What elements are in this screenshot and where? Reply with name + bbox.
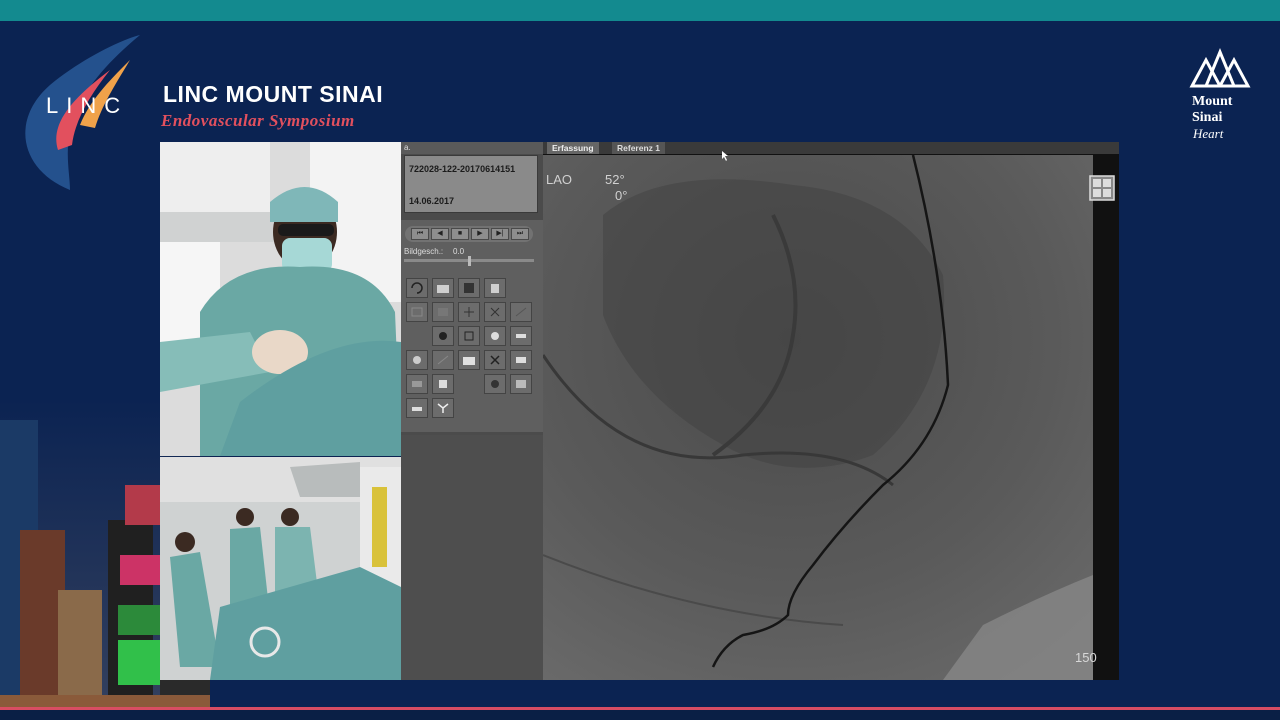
measure-icon	[515, 307, 527, 317]
close-tool-button[interactable]	[484, 350, 506, 370]
playback-controls: ⏮ ◀ ■ ▶ ▶| ⏭	[405, 226, 533, 242]
stop-button[interactable]: ■	[451, 228, 469, 240]
next-frame-button[interactable]: ▶|	[491, 228, 509, 240]
close-icon	[490, 355, 500, 365]
save-tool-button[interactable]	[510, 374, 532, 394]
sponsor-line-1: Mount	[1192, 94, 1233, 109]
window-icon	[411, 307, 423, 317]
vessel-branch-icon	[437, 403, 449, 413]
table-icon	[412, 407, 422, 411]
projection-label: LAO	[546, 172, 573, 187]
last-frame-button[interactable]: ⏭	[511, 228, 529, 240]
top-accent-strip	[0, 0, 1280, 21]
pencil-icon	[437, 355, 449, 365]
trash-icon	[491, 284, 499, 293]
draw-tool-button[interactable]	[432, 350, 454, 370]
viewer-tab-bar: Erfassung Referenz 1	[543, 142, 1119, 154]
folder-icon	[437, 285, 449, 293]
zoom-tool-button[interactable]	[458, 326, 480, 346]
page-title: LINC MOUNT SINAI	[163, 81, 384, 107]
imaging-control-panel: a. 722028-122-20170614151 14.06.2017 ⏮ ◀…	[401, 142, 543, 680]
patient-id: 722028-122-20170614151	[409, 164, 516, 174]
play-button[interactable]: ▶	[471, 228, 489, 240]
compass-tool-button[interactable]	[406, 350, 428, 370]
mouse-cursor-icon	[722, 151, 728, 161]
cut-tool-button[interactable]	[484, 302, 506, 322]
scissors-icon	[490, 307, 500, 317]
study-date: 14.06.2017	[409, 196, 455, 206]
contrast-icon	[439, 332, 447, 340]
speed-value: 0.0	[453, 247, 465, 256]
panel-header: a.	[401, 142, 543, 154]
bottom-band	[0, 710, 1280, 720]
open-folder-button[interactable]	[458, 350, 480, 370]
tab-acquisition[interactable]: Erfassung	[547, 142, 599, 154]
copy-icon	[439, 380, 447, 388]
sponsor-line-2: Sinai	[1192, 110, 1223, 125]
tab-reference[interactable]: Referenz 1	[612, 142, 665, 154]
folder-open-icon	[463, 357, 475, 365]
pan-tool-button[interactable]	[458, 302, 480, 322]
pan-icon	[464, 307, 474, 317]
export-tool-button[interactable]	[510, 350, 532, 370]
camera-feed-surgeon	[160, 142, 401, 456]
hand-tool-button[interactable]	[484, 326, 506, 346]
camera-feed-cathlab	[160, 457, 401, 680]
link-icon	[516, 334, 526, 338]
frame-number: 150	[1075, 650, 1097, 665]
angle-primary: 52°	[605, 172, 625, 187]
trash-tool-button[interactable]	[484, 278, 506, 298]
link-tool-button[interactable]	[510, 326, 532, 346]
film-tool-button[interactable]	[458, 278, 480, 298]
rotate-icon	[411, 282, 423, 294]
fluoroscopy-viewer: Erfassung Referenz 1 LAO 52° 0° 150	[543, 142, 1119, 680]
contrast-tool-button[interactable]	[432, 326, 454, 346]
grid-layout-icon[interactable]	[1089, 175, 1115, 201]
table-tool-button[interactable]	[406, 398, 428, 418]
copy-tool-button[interactable]	[432, 374, 454, 394]
tool-area: ⏮ ◀ ■ ▶ ▶| ⏭ Bildgesch.: 0.0	[401, 220, 543, 432]
measure-tool-button[interactable]	[510, 302, 532, 322]
linc-logo-text: LINC	[46, 93, 129, 118]
page-subtitle: Endovascular Symposium	[161, 111, 355, 130]
speed-slider-handle[interactable]	[468, 256, 471, 266]
previous-frame-button[interactable]: ◀	[431, 228, 449, 240]
save-icon	[516, 380, 526, 388]
vessel-tool-button[interactable]	[432, 398, 454, 418]
camera-tool-button[interactable]	[484, 374, 506, 394]
compass-icon	[413, 356, 421, 364]
angle-secondary: 0°	[615, 188, 628, 203]
print-tool-button[interactable]	[406, 374, 428, 394]
print-icon	[412, 381, 422, 387]
export-icon	[516, 357, 526, 363]
camera-icon	[491, 380, 499, 388]
folder-tool-button[interactable]	[432, 278, 454, 298]
frame-tool-button[interactable]	[432, 302, 454, 322]
patient-info-box: 722028-122-20170614151 14.06.2017	[404, 155, 538, 213]
panel-empty-area	[401, 435, 543, 680]
sponsor-line-3: Heart	[1193, 126, 1224, 141]
rotate-tool-button[interactable]	[406, 278, 428, 298]
window-tool-button[interactable]	[406, 302, 428, 322]
frame-icon	[438, 308, 448, 316]
angiography-image	[543, 155, 1093, 680]
zoom-icon	[464, 331, 474, 341]
first-frame-button[interactable]: ⏮	[411, 228, 429, 240]
film-icon	[464, 283, 474, 293]
hand-icon	[491, 332, 499, 340]
speed-label: Bildgesch.:	[404, 247, 444, 256]
